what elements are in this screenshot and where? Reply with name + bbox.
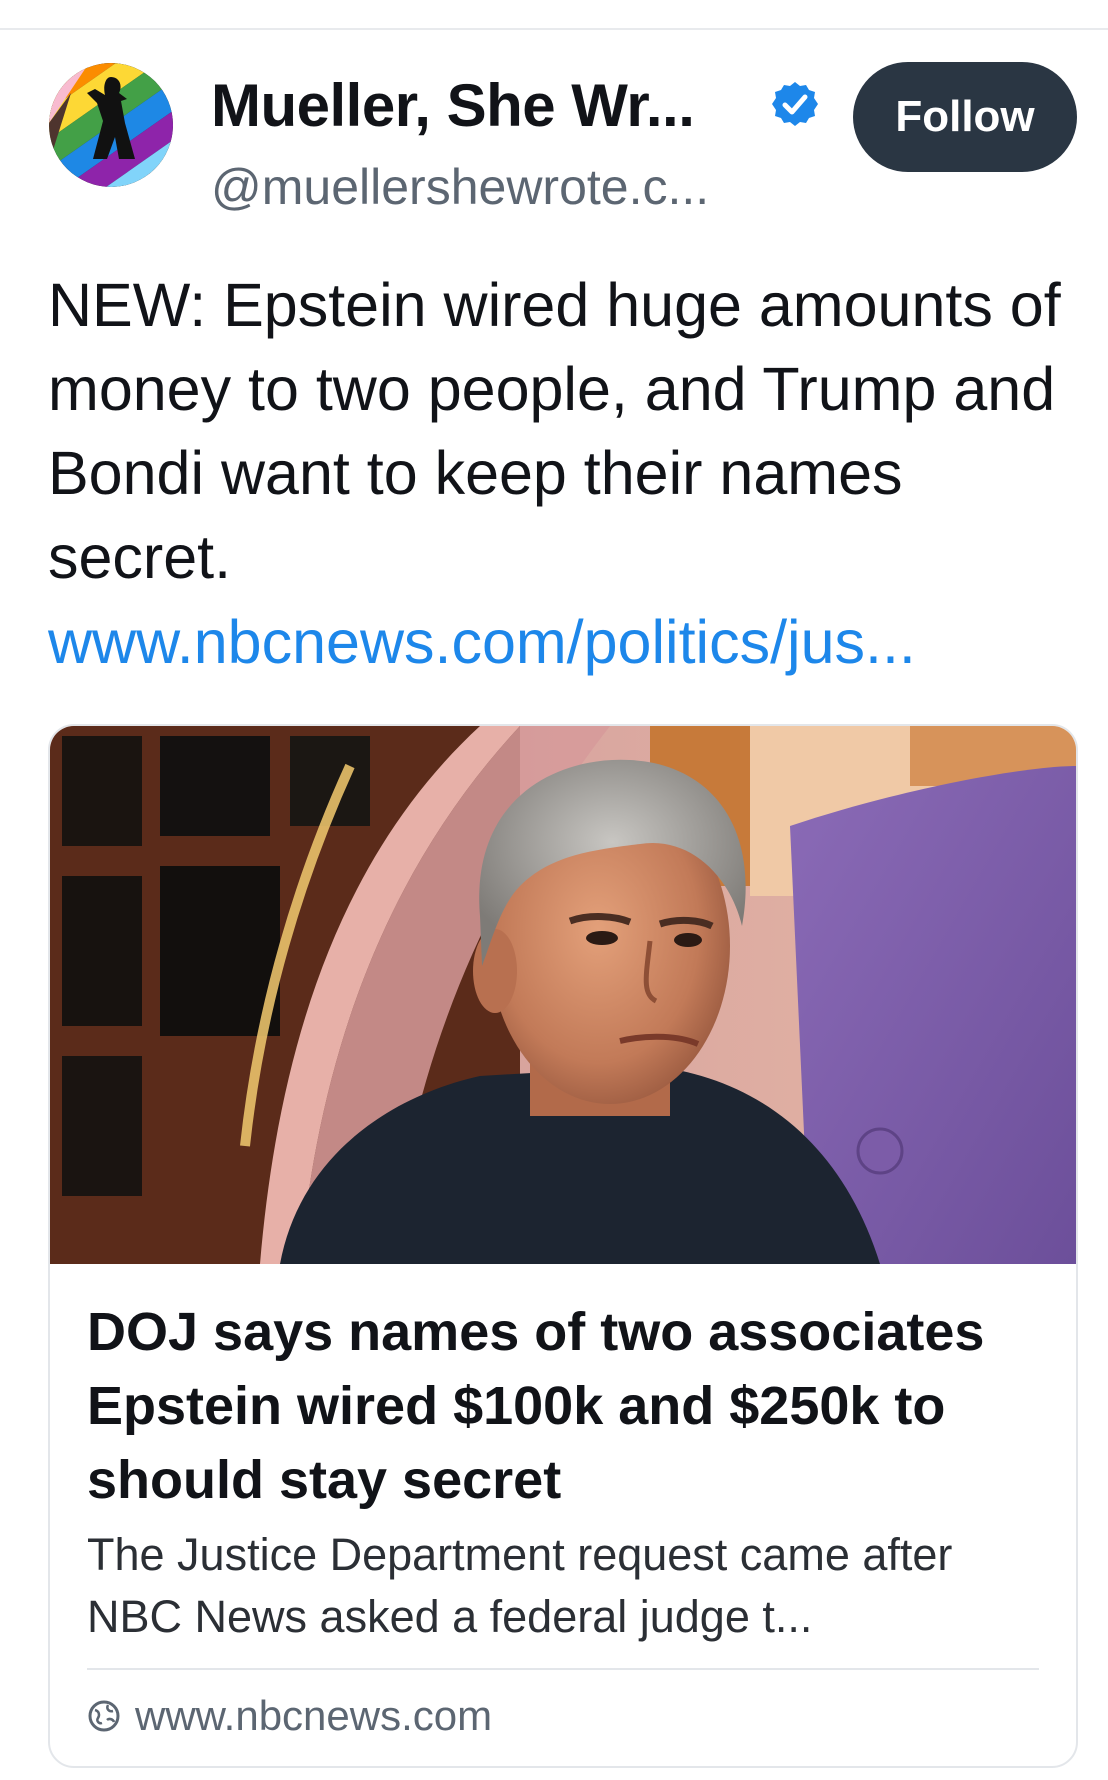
link-preview-card[interactable]: DOJ says names of two associates Epstein… <box>48 724 1078 1768</box>
verified-badge-icon <box>772 82 818 126</box>
globe-icon <box>88 1700 120 1732</box>
card-domain-text: www.nbcnews.com <box>135 1692 493 1739</box>
card-divider <box>87 1668 1039 1670</box>
follow-button[interactable]: Follow <box>853 62 1077 172</box>
article-photo[interactable] <box>50 726 1076 1264</box>
post-text: NEW: Epstein wired huge amounts of money… <box>48 271 1061 591</box>
card-description: The Justice Department request came afte… <box>87 1529 953 1642</box>
top-divider <box>0 28 1108 30</box>
author-avatar[interactable] <box>49 63 173 187</box>
card-title[interactable]: DOJ says names of two associates Epstein… <box>87 1295 1047 1517</box>
author-handle[interactable]: @muellershewrote.c... <box>211 157 709 217</box>
post-link[interactable]: www.nbcnews.com/politics/jus... <box>48 604 916 680</box>
author-display-name[interactable]: Mueller, She Wr... <box>211 70 695 142</box>
card-domain[interactable]: www.nbcnews.com <box>87 1692 492 1740</box>
